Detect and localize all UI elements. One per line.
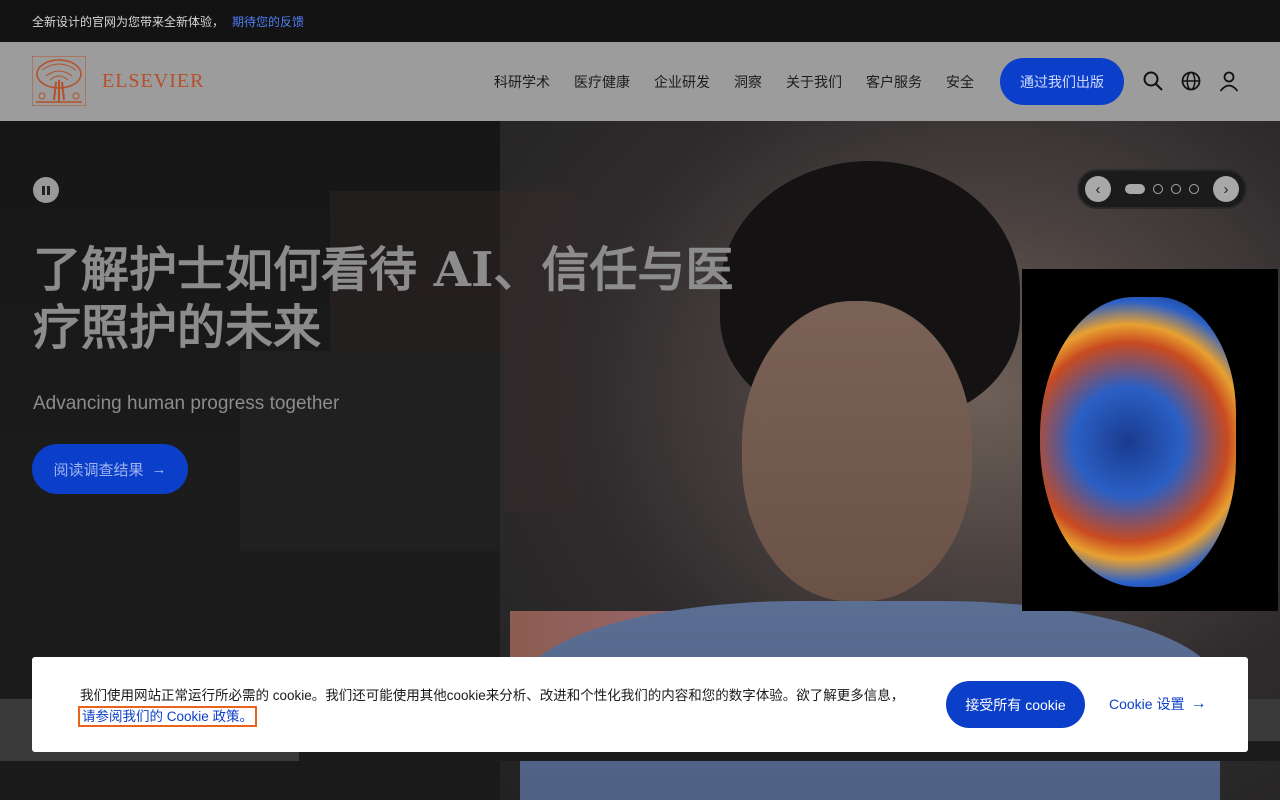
nav-research[interactable]: 科研学术 [494, 72, 550, 92]
slide-dot-4[interactable] [1189, 184, 1199, 194]
site-header: ELSEVIER 科研学术 医疗健康 企业研发 洞察 关于我们 客户服务 安全 … [0, 42, 1280, 121]
main-nav: 科研学术 医疗健康 企业研发 洞察 关于我们 客户服务 安全 [482, 42, 986, 121]
nav-insights[interactable]: 洞察 [734, 72, 762, 92]
nav-support[interactable]: 客户服务 [866, 72, 922, 92]
feedback-link[interactable]: 期待您的反馈 [232, 13, 304, 30]
cookie-message-text: 我们使用网站正常运行所必需的 cookie。我们还可能使用其他cookie来分析… [80, 688, 905, 703]
kidney-scan-image [1022, 269, 1278, 611]
pause-icon-bar [42, 185, 45, 195]
pause-button[interactable] [33, 177, 59, 203]
cookie-message: 我们使用网站正常运行所必需的 cookie。我们还可能使用其他cookie来分析… [77, 685, 910, 727]
user-icon[interactable] [1218, 70, 1240, 92]
pause-icon-bar [47, 185, 50, 195]
cookie-settings-link[interactable]: Cookie 设置 → [1109, 694, 1206, 714]
cookie-settings-label: Cookie 设置 [1109, 696, 1185, 712]
announcement-bar: 全新设计的官网为您带来全新体验， 期待您的反馈 [0, 0, 1280, 42]
hero-decor-block [240, 351, 500, 551]
slide-dot-3[interactable] [1171, 184, 1181, 194]
hero-subtitle: Advancing human progress together [33, 393, 340, 414]
cookie-policy-link[interactable]: 请参阅我们的 Cookie 政策。 [77, 706, 258, 727]
slide-dot-1[interactable] [1125, 184, 1145, 194]
read-results-button[interactable]: 阅读调查结果 → [32, 444, 188, 494]
publish-with-us-button[interactable]: 通过我们出版 [1000, 58, 1124, 105]
kidney-scan-shape [1040, 297, 1236, 587]
search-icon[interactable] [1142, 70, 1164, 92]
next-slide-button[interactable]: › [1213, 176, 1239, 202]
hero-image-face [742, 301, 972, 601]
nav-corporate-rd[interactable]: 企业研发 [654, 72, 710, 92]
arrow-right-icon: → [151, 460, 167, 478]
accept-all-cookies-button[interactable]: 接受所有 cookie [946, 681, 1085, 728]
logo-wordmark: ELSEVIER [102, 69, 205, 92]
slide-dot-2[interactable] [1153, 184, 1163, 194]
elsevier-logo[interactable]: ELSEVIER [32, 56, 204, 106]
cookie-banner: 我们使用网站正常运行所必需的 cookie。我们还可能使用其他cookie来分析… [32, 657, 1248, 752]
nav-security[interactable]: 安全 [946, 72, 974, 92]
hero-title: 了解护士如何看待 AI、信任与医疗照护的未来 [33, 242, 734, 356]
nav-about[interactable]: 关于我们 [786, 72, 842, 92]
cta-label: 阅读调查结果 [53, 461, 144, 479]
globe-icon[interactable] [1180, 70, 1202, 92]
announcement-text: 全新设计的官网为您带来全新体验， [32, 14, 225, 29]
carousel-controls: ‹ › [1077, 169, 1247, 209]
prev-slide-button[interactable]: ‹ [1085, 176, 1111, 202]
slide-indicators [1121, 184, 1203, 194]
arrow-right-icon: → [1190, 695, 1207, 712]
tree-logo-icon [32, 56, 86, 106]
nav-health[interactable]: 医疗健康 [574, 72, 630, 92]
